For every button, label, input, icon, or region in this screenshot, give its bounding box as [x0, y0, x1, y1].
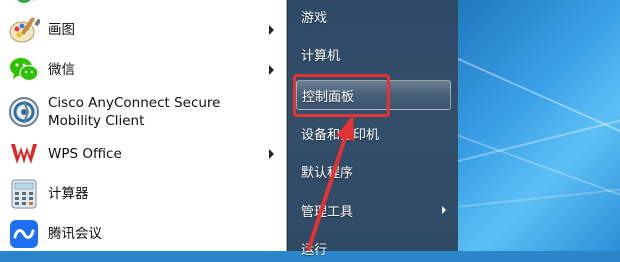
annotation-arrow: [306, 115, 354, 251]
